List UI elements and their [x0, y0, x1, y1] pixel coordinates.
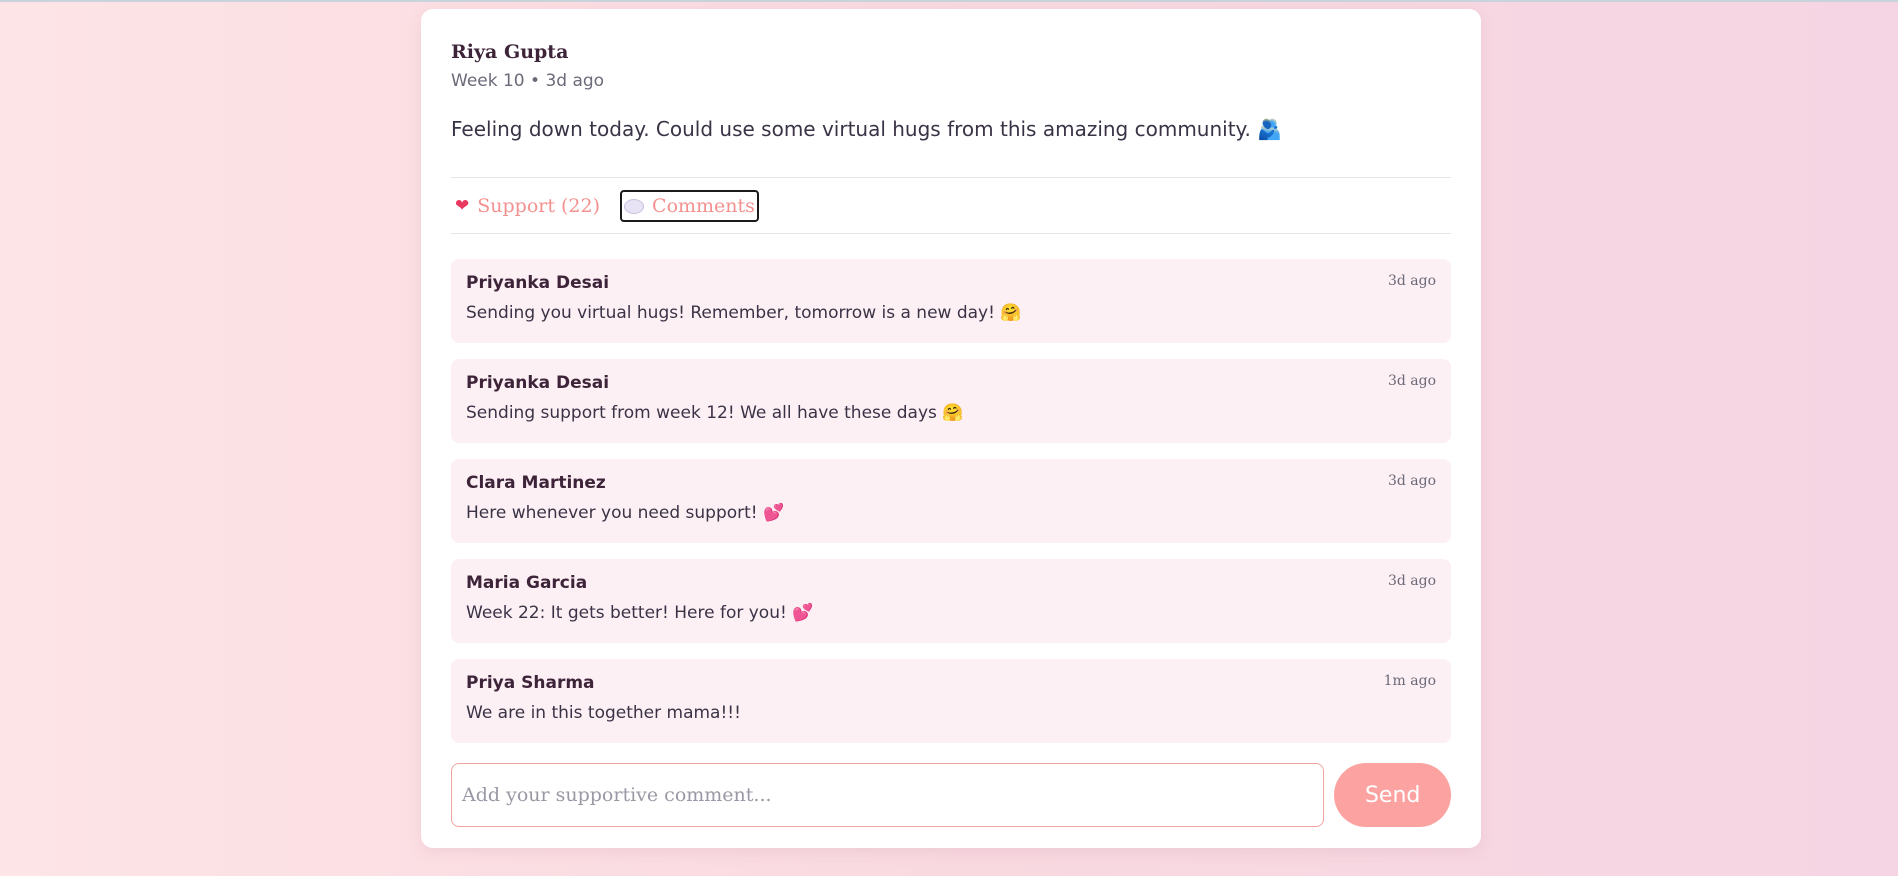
- comment-author: Maria Garcia: [466, 573, 588, 593]
- comment-item: Priyanka Desai 3d ago Sending support fr…: [451, 359, 1451, 443]
- comment-list: Priyanka Desai 3d ago Sending you virtua…: [451, 259, 1451, 759]
- post-author: Riya Gupta: [451, 41, 569, 63]
- speech-bubble-icon: [624, 198, 645, 214]
- comment-author: Priya Sharma: [466, 673, 595, 693]
- comment-time: 3d ago: [1387, 273, 1436, 289]
- comments-label: Comments: [652, 195, 755, 217]
- support-button[interactable]: ❤ Support (22): [451, 190, 604, 222]
- comment-composer: Send: [451, 763, 1451, 827]
- support-label: Support (22): [477, 195, 601, 217]
- comment-author: Priyanka Desai: [466, 373, 610, 393]
- comment-item: Priyanka Desai 3d ago Sending you virtua…: [451, 259, 1451, 343]
- comment-time: 3d ago: [1387, 373, 1436, 389]
- send-button[interactable]: Send: [1334, 763, 1451, 827]
- comment-time: 3d ago: [1387, 573, 1436, 589]
- post-meta: Week 10 • 3d ago: [451, 71, 605, 91]
- heart-icon: ❤: [455, 195, 470, 216]
- divider-top: [451, 177, 1451, 178]
- comment-time: 1m ago: [1383, 673, 1436, 689]
- window-top-border: [0, 0, 1898, 2]
- post-card: Riya Gupta Week 10 • 3d ago Feeling down…: [421, 9, 1481, 848]
- comment-text: Sending support from week 12! We all hav…: [466, 403, 964, 423]
- comment-text: Sending you virtual hugs! Remember, tomo…: [466, 303, 1022, 323]
- comment-text: We are in this together mama!!!: [466, 703, 741, 723]
- post-text: Feeling down today. Could use some virtu…: [451, 117, 1283, 141]
- comments-button[interactable]: Comments: [620, 190, 759, 222]
- comment-author: Clara Martinez: [466, 473, 606, 493]
- divider-bottom: [451, 233, 1451, 234]
- comment-text: Here whenever you need support! 💕: [466, 503, 785, 523]
- comment-time: 3d ago: [1387, 473, 1436, 489]
- comment-item: Maria Garcia 3d ago Week 22: It gets bet…: [451, 559, 1451, 643]
- comment-input[interactable]: [451, 763, 1325, 827]
- post-actions: ❤ Support (22) Comments: [451, 190, 759, 222]
- comment-author: Priyanka Desai: [466, 273, 610, 293]
- comment-text: Week 22: It gets better! Here for you! 💕: [466, 603, 814, 623]
- comment-item: Clara Martinez 3d ago Here whenever you …: [451, 459, 1451, 543]
- comment-item: Priya Sharma 1m ago We are in this toget…: [451, 659, 1451, 743]
